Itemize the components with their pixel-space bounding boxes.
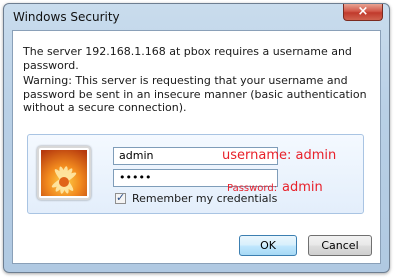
user-avatar-flower-icon [37, 146, 91, 200]
credential-tile: admin ••••• ✓ Remember my credentials [27, 134, 364, 214]
password-annotation-value: admin [282, 180, 323, 195]
title-bar[interactable]: Windows Security × [4, 4, 389, 29]
server-message: The server 192.168.1.168 at pbox require… [23, 45, 352, 72]
ok-button[interactable]: OK [239, 235, 297, 256]
insecure-warning: Warning: This server is requesting that … [23, 74, 367, 114]
cancel-button[interactable]: Cancel [308, 235, 372, 256]
remember-checkbox[interactable]: ✓ [115, 191, 126, 204]
password-annotation-label: Password: [227, 183, 278, 194]
checkmark-icon: ✓ [116, 191, 126, 204]
close-button[interactable]: × [343, 4, 383, 21]
username-annotation: username: admin [222, 148, 337, 163]
close-icon: × [357, 4, 369, 19]
windows-security-dialog: Windows Security × The server 192.168.1.… [3, 3, 390, 273]
dialog-body: The server 192.168.1.168 at pbox require… [12, 30, 381, 264]
dialog-title: Windows Security [13, 10, 120, 24]
